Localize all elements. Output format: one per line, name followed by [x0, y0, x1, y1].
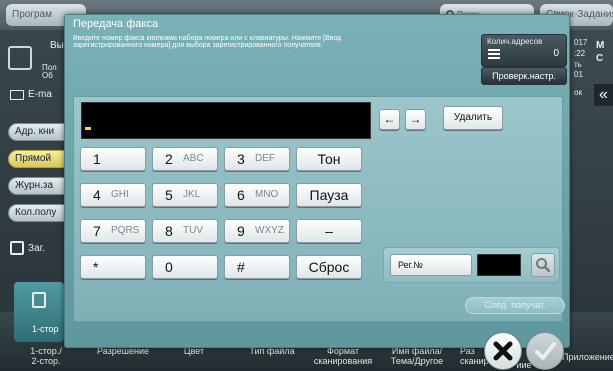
key-5-digit: 5: [165, 187, 173, 203]
text-cursor: [85, 127, 91, 130]
key-star[interactable]: *: [80, 255, 146, 279]
key-3-digit: 3: [237, 151, 245, 167]
key-9-digit: 9: [237, 223, 245, 239]
keypad-area: ← → Удалить 1 2 ABC 3 DEF Тон 4 GHI 5 JKL 6M…: [73, 96, 563, 322]
registration-number-box: Рег.№: [383, 247, 560, 283]
direct-input-button[interactable]: Прямой: [8, 150, 72, 168]
next-recipient-button[interactable]: След. получат.: [465, 297, 565, 314]
job-log-button[interactable]: Журн.за: [8, 177, 72, 195]
left-email[interactable]: E-ma: [28, 89, 52, 100]
download-icon: [10, 241, 24, 255]
key-9-letters: WXYZ: [255, 225, 284, 236]
right-text-3: C: [596, 53, 604, 64]
key-8[interactable]: 8 TUV: [152, 219, 218, 243]
left-panel: [0, 30, 66, 320]
key-2-digit: 2: [165, 151, 173, 167]
right-text-1: M: [596, 40, 605, 51]
key-0[interactable]: 0: [152, 255, 218, 279]
key-5-letters: JKL: [183, 189, 201, 200]
key-1[interactable]: 1: [80, 147, 146, 171]
key-0-digit: 0: [165, 259, 173, 275]
one-side-tile[interactable]: 1-стор: [14, 282, 64, 342]
cursor-left-button[interactable]: ←: [379, 109, 400, 130]
one-side-label: 1-стор: [32, 324, 59, 334]
address-count-label: Колич.адресов: [487, 37, 543, 46]
dash-button[interactable]: –: [296, 219, 362, 243]
key-star-digit: *: [93, 259, 99, 275]
delete-button[interactable]: Удалить: [443, 106, 503, 130]
key-9[interactable]: 9 WXYZ: [224, 219, 290, 243]
registration-number-field[interactable]: [477, 254, 521, 276]
right-text-0: 017: [574, 38, 588, 47]
key-6[interactable]: 6 MNO: [224, 183, 290, 207]
double-chevron-left-icon[interactable]: «: [594, 84, 613, 106]
key-5[interactable]: 5 JKL: [152, 183, 218, 207]
fax-number-input[interactable]: [81, 102, 371, 139]
key-4-digit: 4: [93, 187, 101, 203]
check-settings-button[interactable]: Проверк.настр.: [481, 67, 567, 85]
key-2-letters: ABC: [183, 153, 204, 164]
scan-format-setting[interactable]: Формат сканирования: [310, 346, 376, 366]
ok-button[interactable]: [526, 332, 564, 370]
key-2[interactable]: 2 ABC: [152, 147, 218, 171]
address-book-button[interactable]: Адр. кни: [8, 123, 72, 141]
email-icon: [10, 90, 24, 100]
key-8-letters: TUV: [183, 225, 203, 236]
close-icon: [493, 341, 513, 361]
key-6-digit: 6: [237, 187, 245, 203]
address-count-box: Колич.адресов 0: [481, 34, 567, 67]
pause-button[interactable]: Пауза: [296, 183, 362, 207]
key-1-digit: 1: [93, 151, 101, 167]
list-icon: [488, 49, 500, 63]
key-7-digit: 7: [93, 223, 101, 239]
reset-button[interactable]: Сброс: [296, 255, 362, 279]
key-7[interactable]: 7 PQRS: [80, 219, 146, 243]
registration-number-button[interactable]: Рег.№: [390, 254, 472, 276]
right-text-small: ок: [574, 88, 582, 97]
right-text-2: :22: [574, 49, 586, 58]
right-text-4: ть: [574, 60, 582, 69]
key-4-letters: GHI: [111, 189, 129, 200]
screen: Програм Поиск Свиок-Задания Вы Пол Об E-…: [0, 0, 613, 371]
key-6-letters: MNO: [255, 189, 279, 200]
file-name-setting[interactable]: Имя файла/ Тема/Другое: [382, 346, 452, 366]
dialog-title: Передача факса: [73, 18, 158, 30]
key-7-letters: PQRS: [111, 225, 140, 236]
application-setting[interactable]: Приложение: [562, 352, 613, 362]
tone-button[interactable]: Тон: [296, 147, 362, 171]
scan-icon: [8, 46, 32, 70]
key-8-digit: 8: [165, 223, 173, 239]
key-hash[interactable]: #: [224, 255, 290, 279]
page-icon: [32, 292, 46, 308]
right-text-5: 01: [574, 70, 583, 79]
duplex-setting[interactable]: 1-стор./ 2-стор.: [26, 346, 66, 366]
key-hash-digit: #: [237, 259, 245, 275]
dialog-instruction: Введите номер факса кнопками набора номе…: [73, 35, 342, 49]
cursor-right-button[interactable]: →: [405, 109, 426, 130]
left-label-ob: Об: [42, 71, 53, 80]
key-3[interactable]: 3 DEF: [224, 147, 290, 171]
check-icon: [535, 342, 556, 360]
left-label-zag: Заг.: [28, 243, 45, 254]
address-count-value: 0: [553, 48, 559, 59]
key-4[interactable]: 4 GHI: [80, 183, 146, 207]
fax-transmission-dialog: Передача факса Введите номер факса кнопк…: [64, 14, 570, 348]
left-title: Вы: [50, 40, 64, 51]
search-icon[interactable]: [531, 253, 555, 277]
key-3-letters: DEF: [255, 153, 275, 164]
recipient-count-button[interactable]: Кол.полу: [8, 204, 72, 222]
close-button[interactable]: [484, 332, 522, 370]
